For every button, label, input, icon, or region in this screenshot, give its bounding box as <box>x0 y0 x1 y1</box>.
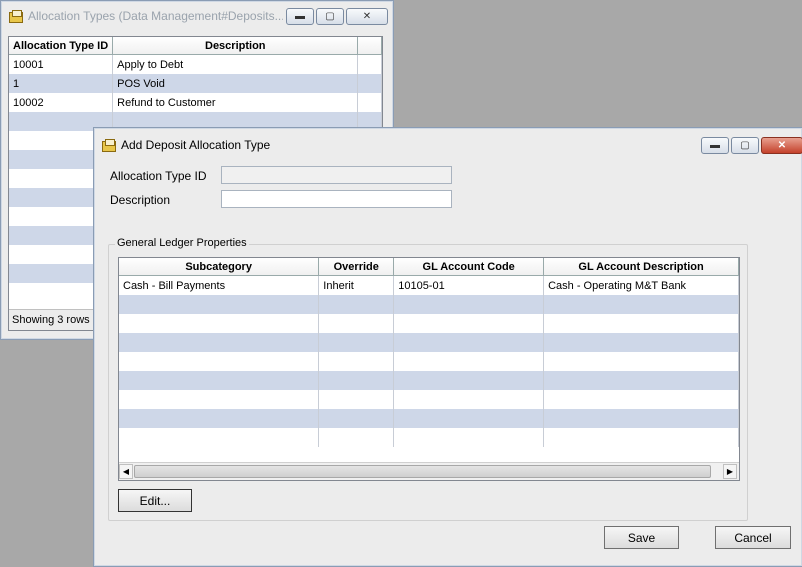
add-deposit-allocation-type-dialog[interactable]: Add Deposit Allocation Type ▬ ▢ ✕ Alloca… <box>93 127 802 567</box>
dialog-title: Add Deposit Allocation Type <box>121 138 271 152</box>
cell-override <box>318 295 395 314</box>
description-label: Description <box>110 193 171 207</box>
cell-gl-account-description <box>543 314 739 333</box>
cell-spacer <box>357 74 382 93</box>
cell-subcategory: Cash - Bill Payments <box>119 275 320 295</box>
cell-override <box>318 409 395 428</box>
horizontal-scrollbar[interactable]: ◀ ▶ <box>119 462 739 480</box>
cell-description: POS Void <box>112 74 359 93</box>
table-row[interactable] <box>119 409 739 428</box>
cell-gl-account-code <box>393 352 545 371</box>
cell-gl-account-code: 10105-01 <box>393 275 545 295</box>
cell-gl-account-description <box>543 333 739 352</box>
minimize-button[interactable]: ▬ <box>286 8 314 25</box>
description-field[interactable] <box>221 190 452 208</box>
column-header-override[interactable]: Override <box>318 258 395 276</box>
close-icon: ✕ <box>362 11 372 22</box>
folder-icon <box>9 10 23 23</box>
maximize-icon: ▢ <box>740 140 750 151</box>
allocation-type-id-input[interactable] <box>222 167 451 183</box>
cell-description: Refund to Customer <box>112 93 359 112</box>
cell-spacer <box>357 93 382 112</box>
minimize-icon: ▬ <box>710 140 720 151</box>
cell-override <box>318 371 395 390</box>
cell-subcategory <box>119 409 320 428</box>
table-row[interactable] <box>119 390 739 409</box>
cell-gl-account-description <box>543 295 739 314</box>
allocation-type-id-field[interactable] <box>221 166 452 184</box>
close-icon: ✕ <box>777 140 787 151</box>
table-row[interactable]: 10002 Refund to Customer <box>9 93 382 112</box>
table-row[interactable] <box>119 314 739 333</box>
table-row[interactable]: 1 POS Void <box>9 74 382 93</box>
cell-override <box>318 333 395 352</box>
group-legend: General Ledger Properties <box>115 237 249 249</box>
table-row[interactable] <box>119 333 739 352</box>
cell-override: Inherit <box>318 275 395 295</box>
cell-gl-account-description <box>543 371 739 390</box>
cell-gl-account-description <box>543 409 739 428</box>
column-header-allocation-type-id[interactable]: Allocation Type ID <box>9 37 114 55</box>
close-button[interactable]: ✕ <box>761 137 802 154</box>
column-header-subcategory[interactable]: Subcategory <box>119 258 320 276</box>
cell-allocation-type-id: 10002 <box>9 93 114 112</box>
folder-icon <box>102 139 116 152</box>
cell-allocation-type-id: 1 <box>9 74 114 93</box>
minimize-icon: ▬ <box>295 11 305 22</box>
general-ledger-table[interactable]: Subcategory Override GL Account Code GL … <box>118 257 740 481</box>
cell-subcategory <box>119 295 320 314</box>
cell-gl-account-code <box>393 428 545 447</box>
allocation-type-id-label: Allocation Type ID <box>110 169 207 183</box>
maximize-button[interactable]: ▢ <box>316 8 344 25</box>
maximize-button[interactable]: ▢ <box>731 137 759 154</box>
column-header-description[interactable]: Description <box>112 37 359 55</box>
cell-allocation-type-id: 10001 <box>9 54 114 74</box>
cell-override <box>318 352 395 371</box>
description-input[interactable] <box>222 191 451 207</box>
cell-gl-account-description <box>543 352 739 371</box>
cell-gl-account-description <box>543 390 739 409</box>
cell-gl-account-description <box>543 428 739 447</box>
cell-gl-account-code <box>393 333 545 352</box>
cell-description: Apply to Debt <box>112 54 359 74</box>
title-bar[interactable]: Add Deposit Allocation Type ▬ ▢ ✕ <box>94 128 802 162</box>
general-ledger-properties-group: General Ledger Properties Subcategory Ov… <box>108 237 748 521</box>
cancel-button[interactable]: Cancel <box>715 526 791 549</box>
cell-override <box>318 428 395 447</box>
column-header-gl-account-code[interactable]: GL Account Code <box>393 258 545 276</box>
title-bar[interactable]: Allocation Types (Data Management#Deposi… <box>1 1 393 31</box>
table-row[interactable] <box>119 295 739 314</box>
table-row[interactable]: Cash - Bill Payments Inherit 10105-01 Cash … <box>119 275 739 295</box>
cell-subcategory <box>119 428 320 447</box>
arrow-right-icon[interactable]: ▶ <box>723 464 737 479</box>
arrow-left-icon[interactable]: ◀ <box>119 464 133 479</box>
cell-gl-account-code <box>393 295 545 314</box>
maximize-icon: ▢ <box>325 11 335 22</box>
cell-gl-account-description: Cash - Operating M&T Bank <box>543 275 739 295</box>
column-header-gl-account-description[interactable]: GL Account Description <box>543 258 739 276</box>
cell-subcategory <box>119 352 320 371</box>
cell-gl-account-code <box>393 371 545 390</box>
cell-gl-account-code <box>393 409 545 428</box>
cell-override <box>318 390 395 409</box>
cell-subcategory <box>119 333 320 352</box>
minimize-button[interactable]: ▬ <box>701 137 729 154</box>
table-row[interactable] <box>119 352 739 371</box>
cell-gl-account-code <box>393 390 545 409</box>
column-header-spacer <box>357 37 382 55</box>
table-row[interactable] <box>119 428 739 447</box>
cell-subcategory <box>119 390 320 409</box>
edit-button[interactable]: Edit... <box>118 489 192 512</box>
window-title: Allocation Types (Data Management#Deposi… <box>28 9 283 23</box>
cell-gl-account-code <box>393 314 545 333</box>
save-button[interactable]: Save <box>604 526 679 549</box>
table-row[interactable]: 10001 Apply to Debt <box>9 54 382 74</box>
scrollbar-thumb[interactable] <box>134 465 711 478</box>
close-button[interactable]: ✕ <box>346 8 388 25</box>
cell-spacer <box>357 54 382 74</box>
cell-subcategory <box>119 314 320 333</box>
table-row[interactable] <box>119 371 739 390</box>
cell-subcategory <box>119 371 320 390</box>
cell-override <box>318 314 395 333</box>
